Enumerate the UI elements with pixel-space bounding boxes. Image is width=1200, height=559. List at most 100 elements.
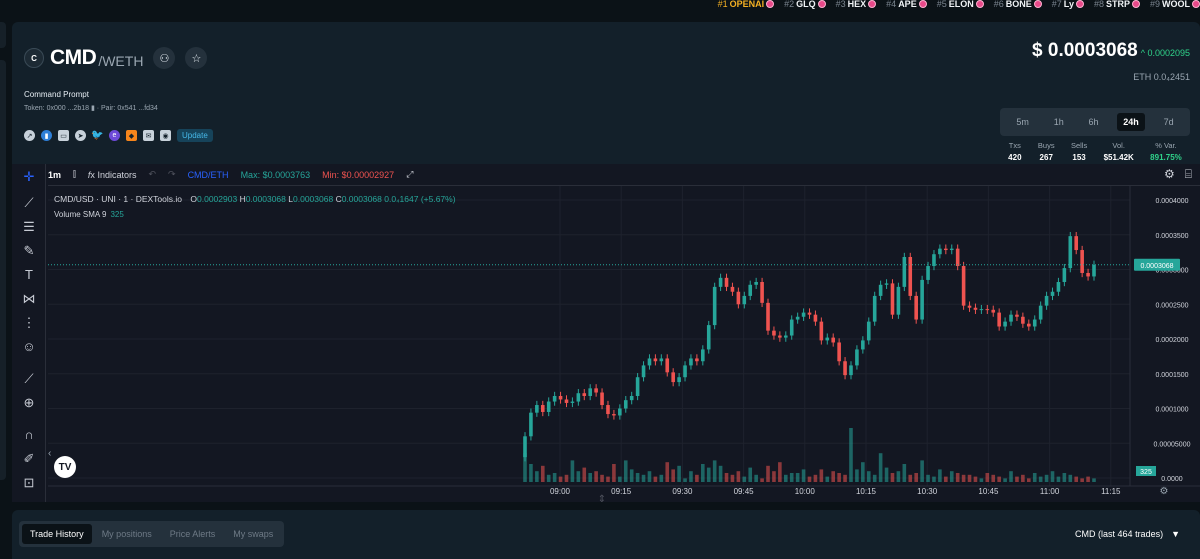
website-icon[interactable]: ▭ — [58, 130, 69, 141]
resize-handle-icon[interactable]: ⇕ — [598, 494, 606, 502]
volume-bar — [884, 467, 889, 482]
x-tick-label: 09:00 — [550, 487, 571, 496]
candle-body — [1038, 305, 1043, 320]
twitter-icon[interactable]: 🐦 — [91, 130, 103, 141]
volume-bar — [973, 476, 978, 482]
chart-icon[interactable]: ▮ — [41, 130, 52, 141]
ticker-item[interactable]: #2 GLQ — [784, 0, 826, 9]
email-icon[interactable]: ✉ — [143, 130, 154, 141]
candle-body — [949, 248, 954, 251]
volume-bar — [635, 473, 640, 482]
candle-body — [772, 330, 776, 336]
trending-ticker: #1 OPENAI #2 GLQ #3 HEX #4 APE #5 ELON #6 BONE #7 Ly #… — [0, 0, 1200, 12]
tab-my-positions[interactable]: My positions — [94, 524, 160, 544]
candle-body — [1062, 268, 1067, 283]
volume-bar — [908, 474, 913, 482]
volume-bar — [564, 474, 569, 482]
tab-my-swaps[interactable]: My swaps — [225, 524, 281, 544]
ticker-item[interactable]: #5 ELON — [937, 0, 984, 9]
stat-label: Buys — [1037, 141, 1055, 150]
ticker-item[interactable]: #6 BONE — [994, 0, 1042, 9]
candle-body — [712, 286, 717, 326]
timeframe-selector: 5m 1h 6h 24h 7d — [1000, 108, 1190, 136]
binoculars-icon[interactable]: ⚇ — [153, 47, 176, 69]
candle-body — [689, 358, 693, 366]
volume-bar — [641, 474, 646, 482]
ticker-item[interactable]: #8 STRP — [1094, 0, 1140, 9]
star-icon[interactable]: ☆ — [185, 47, 208, 69]
candle-body — [973, 307, 978, 310]
candle-body — [831, 337, 836, 343]
candle-body — [1015, 314, 1019, 317]
candle-body — [985, 309, 990, 311]
volume-bar — [991, 474, 996, 482]
timeframe-1h[interactable]: 1h — [1048, 113, 1070, 131]
volume-bar — [594, 471, 598, 482]
axis-settings-icon[interactable]: ⚙ — [1160, 486, 1169, 497]
legend-low: 0.0003068 — [293, 194, 334, 204]
volume-bar — [896, 471, 901, 482]
volume-bar — [588, 473, 592, 482]
volume-bar — [1009, 471, 1013, 482]
etherscan-icon[interactable]: e — [109, 130, 120, 141]
token-addresses[interactable]: Token: 0x000 ...2b18 ▮ · Pair: 0x541 ...… — [24, 104, 213, 112]
candle-body — [683, 365, 687, 378]
metamask-icon[interactable]: ◆ — [126, 130, 137, 141]
left-collapsed-panel-2[interactable] — [0, 60, 6, 480]
volume-bar — [736, 471, 741, 482]
volume-bar — [855, 469, 859, 482]
filter-icon[interactable]: ▼ — [1171, 529, 1180, 539]
volume-bar — [949, 471, 954, 482]
volume-bar — [926, 474, 930, 482]
stat-item: Vol. $51.42K — [1104, 141, 1134, 162]
tab-trade-history[interactable]: Trade History — [22, 524, 92, 544]
y-tick-label: 0.0002000 — [1155, 337, 1188, 344]
timeframe-24h[interactable]: 24h — [1117, 113, 1145, 131]
left-collapsed-panel[interactable] — [0, 22, 6, 48]
ticker-item[interactable]: #1 OPENAI — [718, 0, 775, 9]
ticker-item[interactable]: #9 WOOL — [1150, 0, 1200, 9]
candle-body — [920, 279, 924, 320]
candle-body — [843, 361, 847, 376]
candle-body — [552, 395, 557, 402]
volume-bar — [683, 478, 687, 482]
ticker-item[interactable]: #3 HEX — [836, 0, 877, 9]
candle-body — [677, 377, 681, 383]
volume-bar — [967, 474, 972, 482]
telegram-icon[interactable]: ➤ — [75, 130, 86, 141]
timeframe-6h[interactable]: 6h — [1082, 113, 1104, 131]
stat-item: Sells 153 — [1071, 141, 1087, 162]
y-tick-label: 0.0003500 — [1155, 233, 1188, 240]
ticker-item[interactable]: #4 APE — [886, 0, 927, 9]
trades-filter[interactable]: CMD (last 464 trades) ▼ — [1075, 529, 1180, 539]
share-icon[interactable]: ↗ — [24, 130, 35, 141]
volume-bar — [878, 453, 883, 482]
volume-bar — [677, 465, 681, 482]
stat-label: Sells — [1070, 141, 1088, 150]
candle-body — [1021, 316, 1025, 324]
candle-body — [944, 248, 948, 251]
volume-bar — [807, 476, 812, 482]
volume-legend-value: 325 — [110, 210, 124, 219]
discord-icon[interactable]: ◉ — [160, 130, 171, 141]
candle-body — [991, 309, 996, 313]
price-eth: ETH 0.0₄2451 — [1133, 72, 1190, 82]
timeframe-5m[interactable]: 5m — [1010, 113, 1035, 131]
volume-bar — [772, 471, 776, 482]
volume-bar — [902, 464, 907, 482]
candle-body — [884, 283, 889, 285]
update-button[interactable]: Update — [177, 129, 213, 142]
tab-price-alerts[interactable]: Price Alerts — [162, 524, 224, 544]
bottom-tabs: Trade History My positions Price Alerts My … — [19, 521, 285, 547]
price-chart[interactable]: ✛ ⟋ ☰ ✎ T ⋈ ⋮ ☺ ⟋ ⊕ ∩ ✐ ⊡ 1m ⫿ fx Indica… — [12, 164, 1200, 502]
x-tick-label: 10:15 — [856, 487, 877, 496]
volume-bar — [1086, 476, 1090, 482]
volume-bar — [570, 460, 575, 482]
candle-body — [1009, 314, 1013, 322]
volume-bar — [623, 460, 628, 482]
volume-bar — [653, 476, 658, 482]
chevron-left-icon[interactable]: ‹ — [48, 448, 58, 466]
timeframe-7d[interactable]: 7d — [1158, 113, 1180, 131]
ticker-item[interactable]: #7 Ly — [1052, 0, 1084, 9]
chart-canvas[interactable]: 09:00 09:15 09:30 09:45 10:00 10:15 10:30 10:45… — [12, 164, 1200, 502]
